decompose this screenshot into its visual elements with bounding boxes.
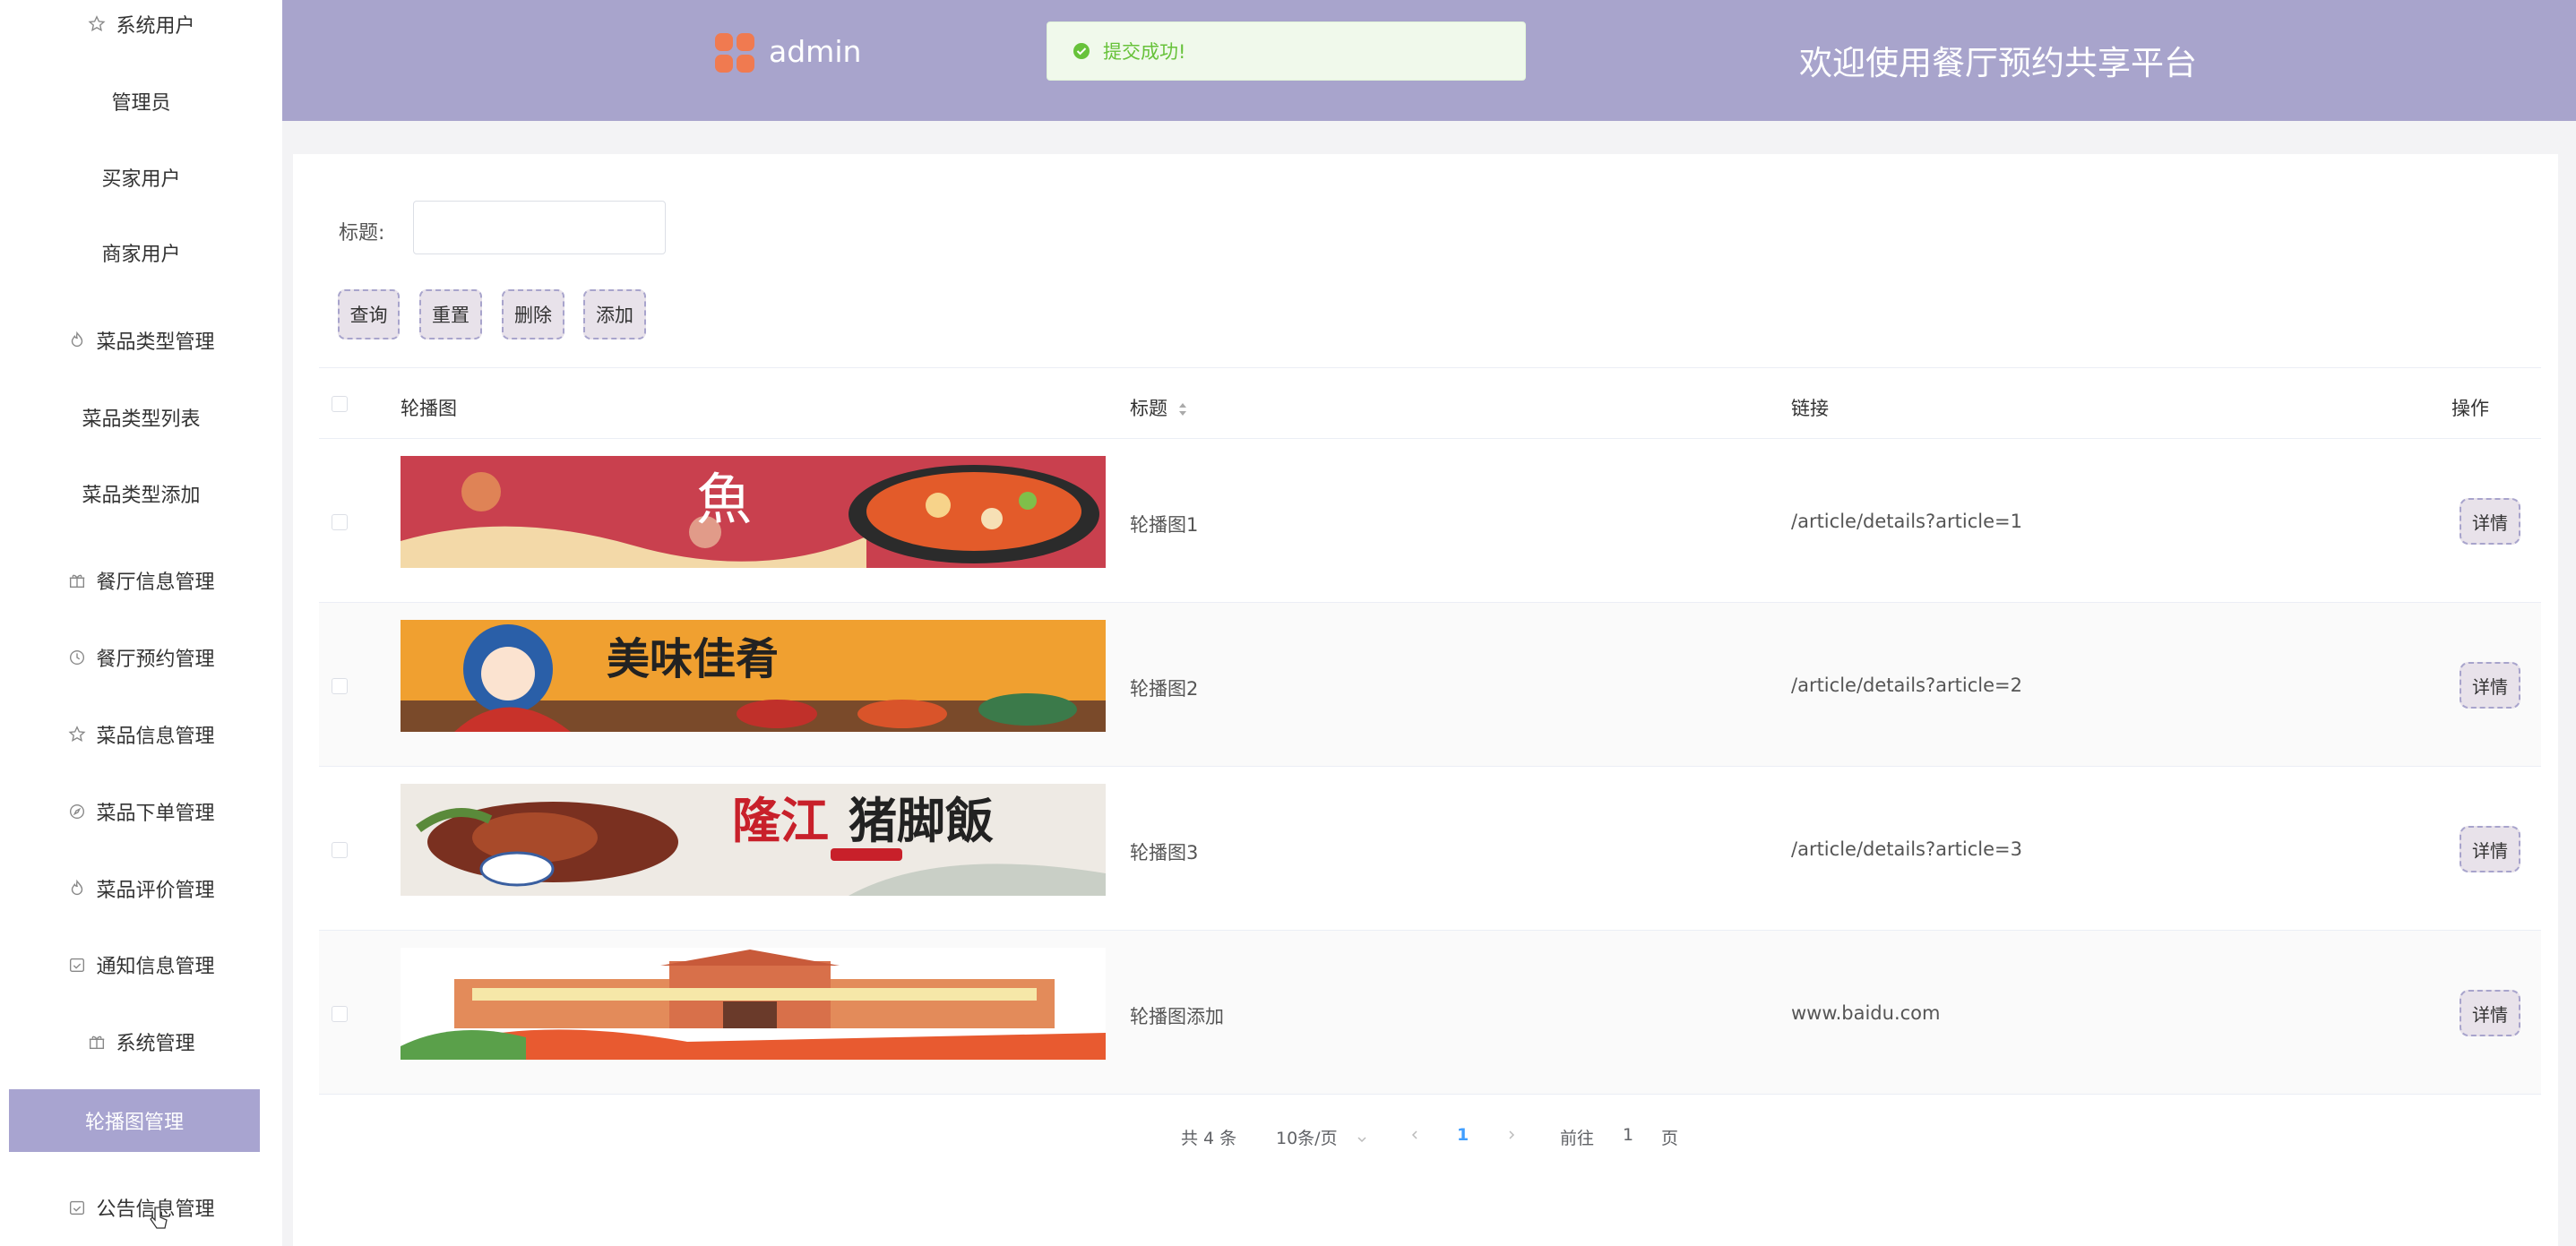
select-all-checkbox[interactable] [332,396,348,412]
svg-text:魚: 魚 [696,467,752,532]
sidebar-item-label: 菜品类型管理 [96,331,215,354]
sidebar-item-label: 菜品类型列表 [82,408,201,431]
row-link: /article/details?article=2 [1791,675,2022,696]
column-header-title-label: 标题 [1130,398,1167,419]
page-size-select[interactable]: 10条/页 [1276,1125,1368,1149]
calendar-check-icon [70,1200,85,1216]
sidebar-item-label: 买家用户 [101,168,181,191]
goto-suffix: 页 [1661,1129,1679,1148]
row-title: 轮播图2 [1130,678,1199,700]
row-title: 轮播图添加 [1130,1006,1224,1027]
carousel-banner-image: 魚 [401,456,1106,568]
next-page-icon[interactable] [1505,1129,1518,1141]
sidebar-item-notice-info[interactable]: 通知信息管理 [0,938,282,992]
sidebar-item-label: 菜品评价管理 [96,880,215,902]
prev-page-icon[interactable] [1409,1129,1421,1141]
sidebar-item-label: 餐厅预约管理 [96,649,215,671]
add-button[interactable]: 添加 [583,289,646,339]
delete-button[interactable]: 删除 [502,289,564,339]
star-icon [88,15,106,31]
sidebar-item-restaurant-info[interactable]: 餐厅信息管理 [0,554,282,607]
sidebar-item-system-management[interactable]: 系统管理 [0,1015,282,1069]
sidebar-item-label: 菜品类型添加 [82,485,201,507]
title-search-input[interactable] [413,201,666,254]
table-header [319,367,2541,439]
clock-icon [70,649,85,666]
svg-text:美味佳肴: 美味佳肴 [607,634,779,684]
column-header-action: 操作 [2451,398,2489,419]
sidebar-item-label: 菜品信息管理 [96,726,215,748]
carousel-banner-image: 美味佳肴 [401,620,1106,732]
sort-icon[interactable] [1177,400,1188,418]
welcome-title: 欢迎使用餐厅预约共享平台 [1799,44,2197,82]
row-checkbox[interactable] [332,842,348,858]
search-label: 标题: [339,222,385,245]
sidebar-item-announcement-info[interactable]: 公告信息管理 [0,1181,282,1234]
svg-text:隆江: 隆江 [732,792,829,849]
svg-text:猪脚飯: 猪脚飯 [849,792,994,849]
brand-name: admin [769,34,862,69]
pagination-total: 共 4 条 [1181,1129,1237,1148]
star-icon [68,726,86,742]
sidebar-item-dish-order[interactable]: 菜品下单管理 [0,785,282,838]
sidebar-item-restaurant-booking[interactable]: 餐厅预约管理 [0,631,282,684]
goto-page-input[interactable]: 1 [1623,1125,1633,1145]
carousel-banner-image [401,948,1106,1060]
row-title: 轮播图1 [1130,514,1199,536]
sidebar-item-label: 通知信息管理 [96,956,215,978]
column-header-image: 轮播图 [401,398,457,419]
hand-cursor-icon [150,1207,168,1229]
sidebar-item-buyer-users[interactable]: 买家用户 [0,150,282,204]
check-circle-icon [1073,43,1090,59]
detail-button[interactable]: 详情 [2460,826,2520,872]
sidebar-item-dish-type-management[interactable]: 菜品类型管理 [0,314,282,367]
reset-button[interactable]: 重置 [419,289,482,339]
column-header-title[interactable]: 标题 [1130,394,1188,421]
sidebar-item-label: 系统用户 [116,15,195,38]
sidebar-item-merchant-users[interactable]: 商家用户 [0,226,282,279]
calendar-check-icon [70,958,85,973]
row-link: /article/details?article=1 [1791,511,2022,532]
logo-icon [715,33,754,73]
sidebar-item-system-users[interactable]: 系统用户 [0,0,282,51]
row-link: www.baidu.com [1791,1002,1941,1024]
flame-icon [72,331,83,348]
current-page-number[interactable]: 1 [1457,1125,1469,1145]
gift-icon [90,1035,105,1050]
sidebar-item-label: 商家用户 [101,244,181,266]
carousel-banner-image: 隆江 猪脚飯 [401,784,1106,896]
sidebar-item-label: 管理员 [111,92,171,115]
success-toast: 提交成功! [1047,21,1526,81]
sidebar-item-admin[interactable]: 管理员 [0,74,282,128]
detail-button[interactable]: 详情 [2460,498,2520,545]
row-title: 轮播图3 [1130,842,1199,864]
flame-icon [72,879,83,896]
row-checkbox[interactable] [332,678,348,694]
sidebar-item-label: 系统管理 [116,1033,195,1055]
sidebar-item-label: 菜品下单管理 [96,803,215,825]
sidebar-item-dish-review[interactable]: 菜品评价管理 [0,862,282,915]
sidebar-item-carousel-management[interactable]: 轮播图管理 [9,1089,260,1152]
sidebar-item-label: 轮播图管理 [84,1112,184,1134]
row-checkbox[interactable] [332,514,348,530]
goto-prefix: 前往 [1560,1129,1595,1148]
chevron-down-icon [1357,1136,1366,1142]
query-button[interactable]: 查询 [338,289,400,339]
sidebar-item-label: 餐厅信息管理 [96,571,215,594]
row-link: /article/details?article=3 [1791,838,2022,860]
sidebar-item-dish-info[interactable]: 菜品信息管理 [0,708,282,761]
gift-icon [70,574,85,589]
sidebar: 系统用户 管理员 买家用户 商家用户 菜品类型管理 菜品类型列表 菜品类型添加 … [0,0,282,1246]
column-header-link: 链接 [1791,398,1829,419]
sidebar-item-dish-type-list[interactable]: 菜品类型列表 [0,391,282,444]
detail-button[interactable]: 详情 [2460,662,2520,709]
toast-message: 提交成功! [1103,41,1186,63]
page-size-value: 10条/页 [1276,1129,1338,1148]
compass-icon [70,803,85,820]
detail-button[interactable]: 详情 [2460,990,2520,1036]
row-checkbox[interactable] [332,1006,348,1022]
sidebar-item-dish-type-add[interactable]: 菜品类型添加 [0,467,282,520]
